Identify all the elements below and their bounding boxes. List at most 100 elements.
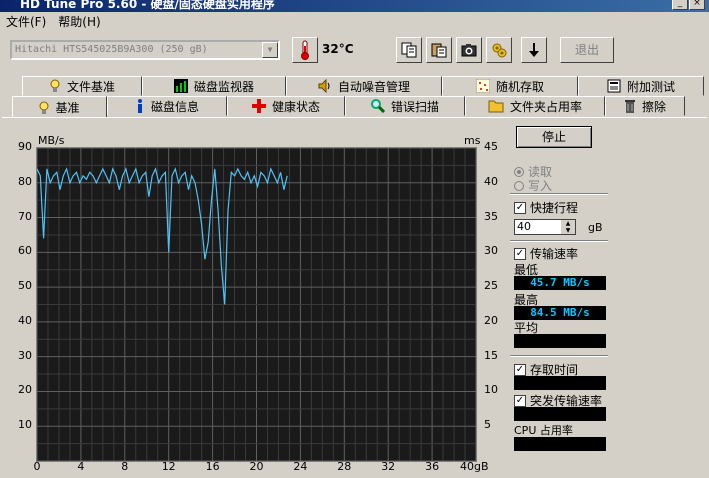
red-cross-icon bbox=[251, 99, 266, 113]
divider bbox=[510, 240, 608, 242]
file-benchmark-icon bbox=[50, 79, 60, 92]
transfer-checkbox[interactable]: ✓ 传输速率 bbox=[514, 245, 578, 262]
tab-file-benchmark[interactable]: 文件基准 bbox=[22, 76, 142, 96]
quick-size-value: 40 bbox=[517, 220, 531, 233]
minimize-button[interactable]: _ bbox=[672, 0, 688, 10]
y-tick-label-left: 20 bbox=[18, 383, 32, 397]
tab-label: 随机存取 bbox=[495, 79, 544, 94]
quick-checkbox[interactable]: ✓ 快捷行程 bbox=[514, 199, 578, 216]
drive-select[interactable]: Hitachi HTS545025B9A300 (250 gB) ▼ bbox=[10, 40, 280, 60]
menu-help[interactable]: 帮助(H) bbox=[52, 12, 106, 32]
radio-dot bbox=[514, 180, 524, 191]
avg-value bbox=[514, 334, 606, 348]
checkmark-icon: ✓ bbox=[514, 201, 526, 214]
min-value: 45.7 MB/s bbox=[514, 276, 606, 290]
magnifier-icon bbox=[370, 99, 385, 113]
extra-tests-icon bbox=[607, 79, 621, 93]
quick-size-spinner[interactable]: 40 ▲ ▼ bbox=[514, 219, 576, 235]
chart-plot-area bbox=[36, 147, 477, 462]
divider bbox=[510, 355, 608, 357]
tab-label: 文件基准 bbox=[66, 79, 115, 94]
y-tick-label-right: 40 bbox=[484, 174, 498, 188]
radio-dot bbox=[514, 166, 524, 177]
quick-size-unit: gB bbox=[588, 221, 603, 234]
disk-monitor-icon bbox=[173, 79, 188, 93]
write-label: 写入 bbox=[528, 179, 553, 193]
y-tick-label-left: 80 bbox=[18, 174, 32, 188]
checkmark-icon: ✓ bbox=[514, 363, 526, 376]
tab-benchmark[interactable]: 基准 bbox=[12, 96, 107, 118]
cpu-label: CPU 占用率 bbox=[514, 424, 573, 437]
y-tick-label-right: 25 bbox=[484, 279, 498, 293]
tab-label: 错误扫描 bbox=[390, 99, 439, 114]
tab-disk-info[interactable]: 磁盘信息 bbox=[107, 96, 227, 116]
x-tick-label: 4 bbox=[77, 460, 85, 473]
spinner-arrows-icon[interactable]: ▲ ▼ bbox=[561, 220, 575, 234]
info-icon bbox=[137, 99, 142, 113]
menu-bar: 文件(F) 帮助(H) bbox=[0, 12, 709, 32]
access-value bbox=[514, 376, 606, 390]
x-tick-label: 32 bbox=[381, 460, 396, 473]
close-button[interactable]: × bbox=[689, 0, 705, 10]
paste-icon[interactable] bbox=[426, 37, 452, 63]
tab-health[interactable]: 健康状态 bbox=[227, 96, 345, 116]
folder-icon bbox=[488, 100, 504, 113]
x-tick-label: 12 bbox=[161, 460, 176, 473]
lightbulb-icon bbox=[39, 101, 49, 114]
checkmark-icon: ✓ bbox=[514, 394, 526, 407]
tab-row-top: 文件基准 磁盘监视器 自动噪音管理 随机存取 附加测试 bbox=[22, 76, 704, 96]
y-tick-label-left: 30 bbox=[18, 348, 32, 362]
thermometer-icon bbox=[292, 37, 318, 63]
exit-button[interactable]: 退出 bbox=[560, 37, 614, 63]
tab-label: 自动噪音管理 bbox=[337, 79, 410, 94]
tools-icon[interactable] bbox=[486, 37, 512, 63]
x-tick-label: 40gB bbox=[460, 460, 489, 473]
tab-label: 文件夹占用率 bbox=[509, 99, 582, 114]
y-tick-label-left: 90 bbox=[18, 140, 32, 153]
tab-label: 附加测试 bbox=[626, 79, 675, 94]
y-tick-label-left: 50 bbox=[18, 279, 32, 293]
tab-disk-monitor[interactable]: 磁盘监视器 bbox=[142, 76, 286, 96]
menu-file[interactable]: 文件(F) bbox=[0, 12, 52, 32]
y-tick-label-left: 10 bbox=[18, 418, 32, 432]
save-icon[interactable] bbox=[521, 37, 547, 63]
max-value: 84.5 MB/s bbox=[514, 306, 606, 320]
x-tick-label: 24 bbox=[293, 460, 308, 473]
tab-error-scan[interactable]: 错误扫描 bbox=[345, 96, 465, 116]
toolbar: Hitachi HTS545025B9A300 (250 gB) ▼ 32°C … bbox=[0, 34, 709, 66]
tab-row-bottom: 基准 磁盘信息 健康状态 错误扫描 文件夹占用率 擦除 bbox=[12, 96, 685, 118]
divider bbox=[510, 193, 608, 195]
y-tick-label-right: 35 bbox=[484, 209, 498, 223]
x-tick-label: 8 bbox=[121, 460, 129, 473]
x-tick-label: 28 bbox=[337, 460, 352, 473]
tab-label: 健康状态 bbox=[271, 99, 320, 114]
y-tick-label-left: 60 bbox=[18, 244, 32, 258]
y-axis-right-unit: ms bbox=[464, 134, 481, 147]
chevron-down-icon[interactable]: ▼ bbox=[262, 42, 278, 58]
tab-extra-tests[interactable]: 附加测试 bbox=[578, 76, 704, 96]
tab-label: 基准 bbox=[55, 101, 80, 115]
transfer-label: 传输速率 bbox=[530, 247, 579, 261]
x-tick-label: 0 bbox=[33, 460, 41, 473]
quick-label: 快捷行程 bbox=[530, 201, 579, 215]
tab-label: 磁盘信息 bbox=[150, 99, 199, 114]
tab-erase[interactable]: 擦除 bbox=[605, 96, 685, 116]
y-tick-label-right: 45 bbox=[484, 140, 498, 153]
tab-folder-usage[interactable]: 文件夹占用率 bbox=[465, 96, 605, 116]
trash-icon bbox=[624, 100, 635, 113]
tab-noise-management[interactable]: 自动噪音管理 bbox=[286, 76, 442, 96]
x-tick-label: 20 bbox=[249, 460, 264, 473]
window-title: HD Tune Pro 5.60 - 硬盘/固态硬盘实用程序 bbox=[20, 0, 275, 11]
y-tick-label-left: 70 bbox=[18, 209, 32, 223]
burst-value bbox=[514, 407, 606, 421]
y-axis-left-unit: MB/s bbox=[38, 134, 65, 147]
camera-icon[interactable] bbox=[456, 37, 482, 63]
tab-random-access[interactable]: 随机存取 bbox=[442, 76, 578, 96]
random-access-icon bbox=[475, 79, 490, 93]
checkmark-icon: ✓ bbox=[514, 247, 526, 260]
write-radio[interactable]: 写入 bbox=[514, 177, 552, 194]
copy-icon[interactable] bbox=[396, 37, 422, 63]
stop-button[interactable]: 停止 bbox=[516, 126, 592, 148]
y-tick-label-left: 40 bbox=[18, 313, 32, 327]
y-tick-label-right: 20 bbox=[484, 313, 498, 327]
